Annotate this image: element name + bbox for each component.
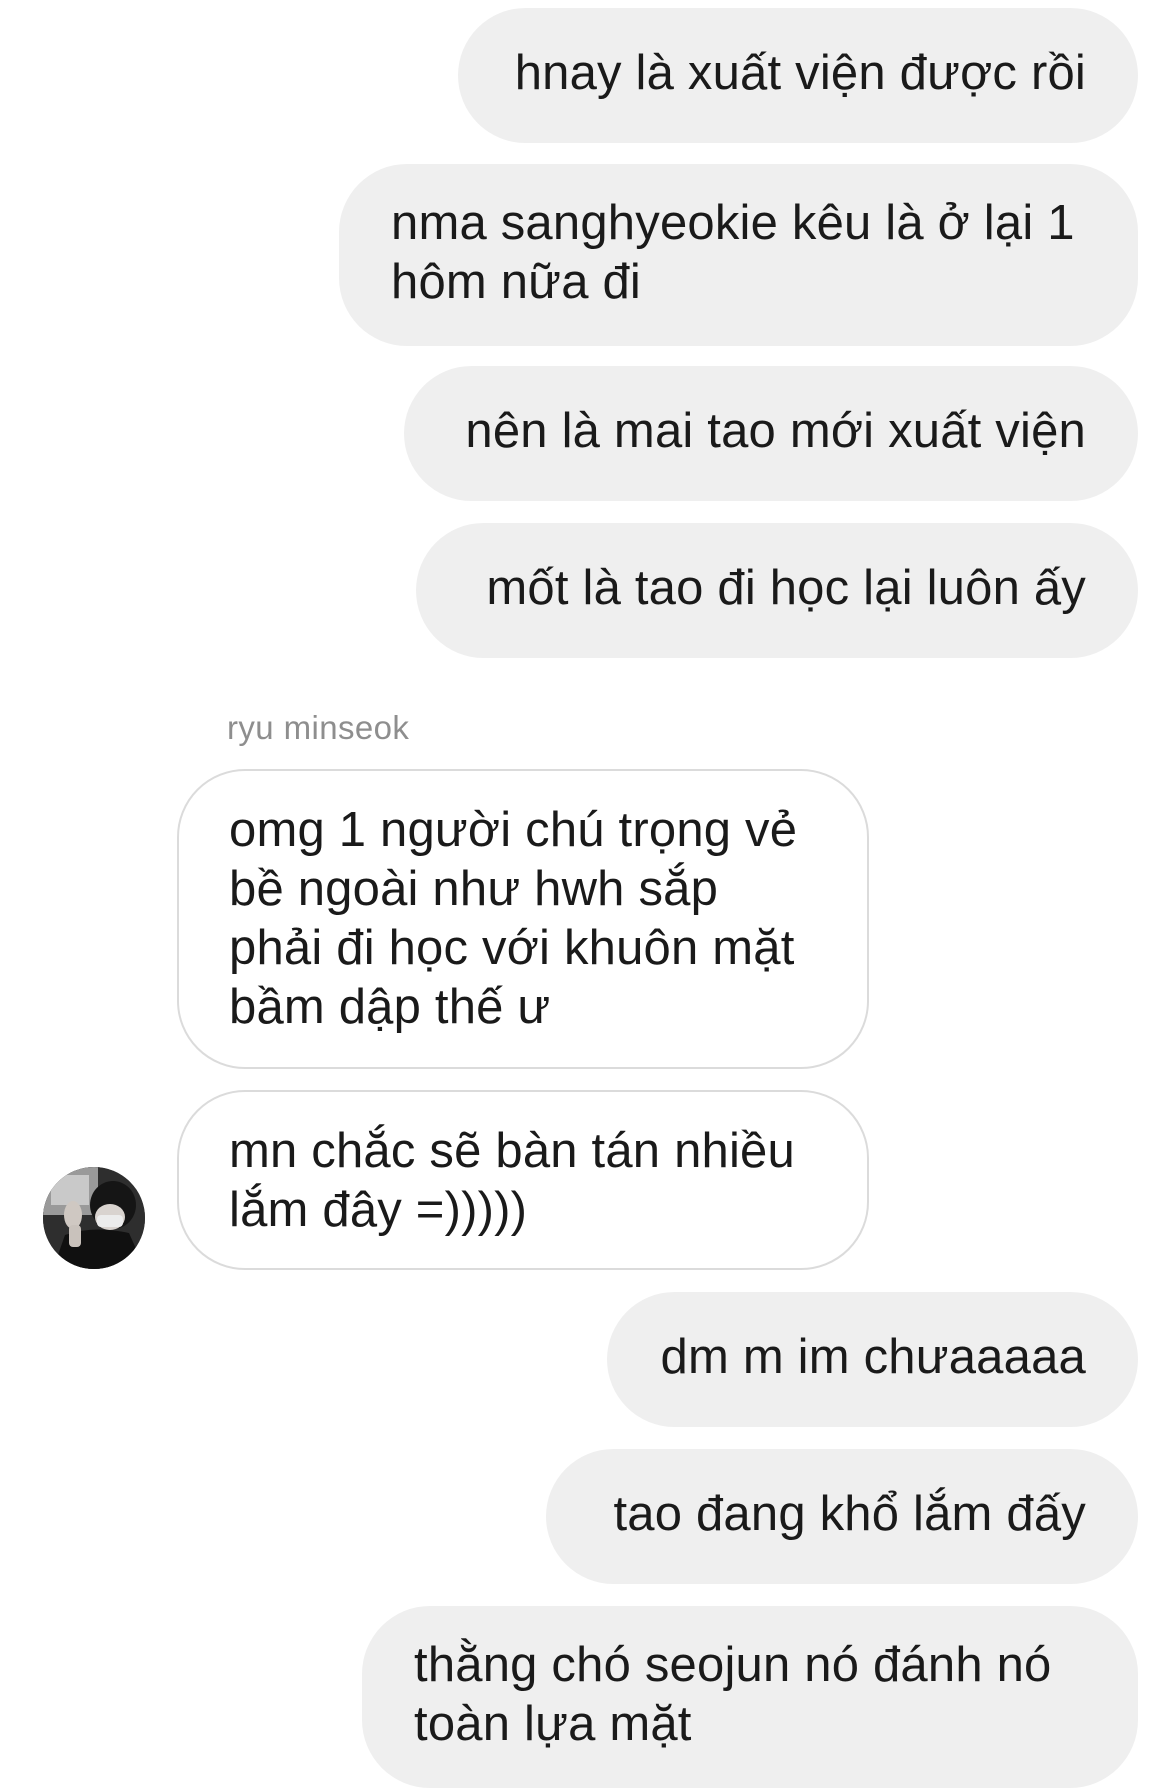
outgoing-message[interactable]: thằng chó seojun nó đánh nó toàn lựa mặt	[362, 1606, 1138, 1788]
outgoing-message[interactable]: mốt là tao đi học lại luôn ấy	[416, 523, 1138, 658]
outgoing-message[interactable]: hnay là xuất viện được rồi	[458, 8, 1138, 143]
message-thread: hnay là xuất viện được rồi nma sanghyeok…	[0, 0, 1170, 1788]
outgoing-message[interactable]: nên là mai tao mới xuất viện	[404, 366, 1138, 501]
outgoing-message[interactable]: tao đang khổ lắm đấy	[546, 1449, 1138, 1584]
incoming-message[interactable]: omg 1 người chú trọng vẻ bề ngoài như hw…	[177, 769, 869, 1069]
sender-name: ryu minseok	[227, 709, 410, 746]
incoming-message[interactable]: mn chắc sẽ bàn tán nhiều lắm đây =)))))	[177, 1090, 869, 1270]
profile-photo-icon	[43, 1167, 145, 1269]
outgoing-message[interactable]: nma sanghyeokie kêu là ở lại 1 hôm nữa đ…	[339, 164, 1138, 346]
sender-avatar[interactable]	[43, 1167, 145, 1269]
outgoing-message[interactable]: dm m im chưaaaaa	[607, 1292, 1138, 1427]
